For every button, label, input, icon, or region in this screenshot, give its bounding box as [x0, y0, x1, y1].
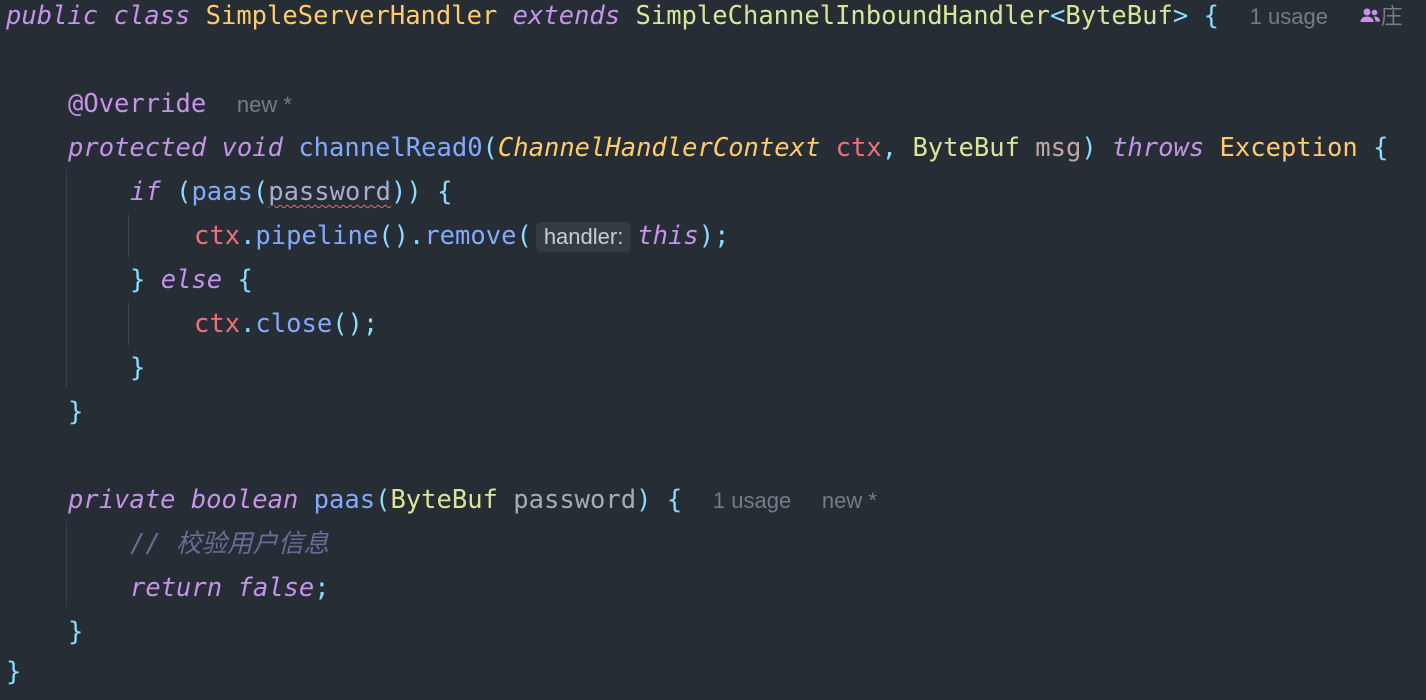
usage-hint[interactable]: 1 usage	[1250, 4, 1328, 29]
keyword-throws: throws	[1112, 133, 1205, 163]
parameter-inlay-hint[interactable]: handler:	[535, 222, 632, 252]
paren-close: )	[698, 221, 715, 251]
class-open-brace: {	[1203, 1, 1219, 31]
super-class-name[interactable]: SimpleChannelInboundHandler	[636, 1, 1051, 31]
code-line-comment[interactable]: // 校验用户信息	[130, 528, 329, 572]
code-line-method1-close[interactable]: }	[68, 396, 83, 440]
author-name: 庄	[1380, 4, 1403, 29]
keyword-public: public	[6, 1, 99, 31]
paren-open: (	[176, 177, 192, 207]
else-open-brace: {	[237, 265, 253, 295]
call-pipeline[interactable]: pipeline	[255, 221, 378, 251]
paren-close: )	[636, 485, 652, 515]
author-hint[interactable]: 庄	[1359, 4, 1403, 29]
keyword-boolean: boolean	[190, 485, 299, 515]
paren-open: (	[375, 485, 391, 515]
paren-open: (	[516, 221, 532, 251]
var-ctx[interactable]: ctx	[194, 309, 240, 339]
if-close-brace: }	[130, 265, 146, 295]
exception-type[interactable]: Exception	[1220, 133, 1358, 163]
parens: ()	[332, 309, 363, 339]
keyword-private: private	[68, 485, 176, 515]
indent-guide	[66, 522, 67, 606]
call-paas[interactable]: paas	[191, 177, 252, 207]
keyword-return: return	[130, 573, 223, 603]
override-annotation: @Override	[68, 89, 207, 119]
call-remove[interactable]: remove	[424, 221, 516, 251]
keyword-if: if	[130, 177, 161, 207]
comment-text: // 校验用户信息	[130, 529, 330, 559]
param-type-bytebuf[interactable]: ByteBuf	[912, 133, 1019, 163]
param-type-channelhandlercontext[interactable]: ChannelHandlerContext	[498, 133, 820, 163]
method-open-brace: {	[666, 485, 683, 515]
code-line-channelread0-signature[interactable]: protected void channelRead0(ChannelHandl…	[68, 132, 1388, 176]
dot: .	[240, 221, 256, 251]
keyword-this: this	[637, 221, 699, 251]
paren-close: )	[1081, 133, 1097, 163]
dot: .	[408, 221, 425, 251]
code-line-class-close[interactable]: }	[6, 656, 21, 700]
param-password[interactable]: password	[513, 485, 636, 515]
new-hint[interactable]: new *	[237, 92, 292, 117]
method-name-channelread0[interactable]: channelRead0	[298, 133, 482, 163]
code-line-paas-signature[interactable]: private boolean paas(ByteBuf password) {…	[68, 484, 877, 528]
paren-open: (	[252, 177, 269, 207]
indent-guide	[128, 302, 129, 346]
indent-guide	[66, 170, 67, 388]
method-close-brace: }	[68, 617, 84, 647]
semicolon: ;	[714, 221, 730, 251]
param-type-bytebuf[interactable]: ByteBuf	[390, 485, 497, 515]
dot: .	[240, 309, 256, 339]
keyword-false: false	[237, 573, 315, 603]
new-hint[interactable]: new *	[822, 488, 877, 513]
code-line-method2-close[interactable]: }	[68, 616, 83, 660]
paren-close: ))	[391, 177, 422, 207]
paren-open: (	[482, 133, 498, 163]
code-line-ctx-close[interactable]: ctx.close();	[194, 308, 378, 352]
code-line-pipeline-remove[interactable]: ctx.pipeline().remove(handler: this);	[194, 220, 729, 264]
method-open-brace: {	[1373, 133, 1389, 163]
keyword-else: else	[160, 265, 223, 295]
users-icon	[1360, 8, 1380, 22]
else-close-brace: }	[130, 353, 146, 383]
keyword-extends: extends	[512, 1, 621, 31]
unresolved-password-symbol[interactable]: password	[268, 177, 391, 207]
parens: ()	[378, 221, 409, 251]
generic-close: >	[1172, 1, 1189, 31]
generic-type[interactable]: ByteBuf	[1065, 1, 1172, 31]
param-msg[interactable]: msg	[1035, 133, 1081, 163]
class-close-brace: }	[6, 657, 22, 687]
call-close[interactable]: close	[255, 309, 332, 339]
var-ctx[interactable]: ctx	[194, 221, 240, 251]
param-ctx[interactable]: ctx	[836, 133, 882, 163]
code-line-if[interactable]: if (paas(password)) {	[130, 176, 452, 220]
keyword-protected: protected	[68, 133, 207, 163]
code-line-override[interactable]: @Override new *	[68, 88, 292, 132]
usage-hint[interactable]: 1 usage	[713, 488, 791, 513]
keyword-void: void	[221, 133, 283, 163]
code-line-return[interactable]: return false;	[130, 572, 330, 616]
semicolon: ;	[362, 309, 379, 339]
method-name-paas[interactable]: paas	[314, 485, 375, 515]
code-line-else-close[interactable]: }	[130, 352, 145, 396]
semicolon: ;	[314, 573, 330, 603]
keyword-class: class	[113, 1, 191, 31]
code-line-class-declaration[interactable]: public class SimpleServerHandler extends…	[6, 0, 1403, 44]
generic-open: <	[1050, 1, 1066, 31]
comma: ,	[881, 133, 898, 163]
code-line-else[interactable]: } else {	[130, 264, 253, 308]
class-name[interactable]: SimpleServerHandler	[206, 1, 498, 31]
method-close-brace: }	[68, 397, 84, 427]
indent-guide	[128, 214, 129, 258]
if-open-brace: {	[437, 177, 453, 207]
code-editor[interactable]: public class SimpleServerHandler extends…	[0, 0, 1426, 688]
